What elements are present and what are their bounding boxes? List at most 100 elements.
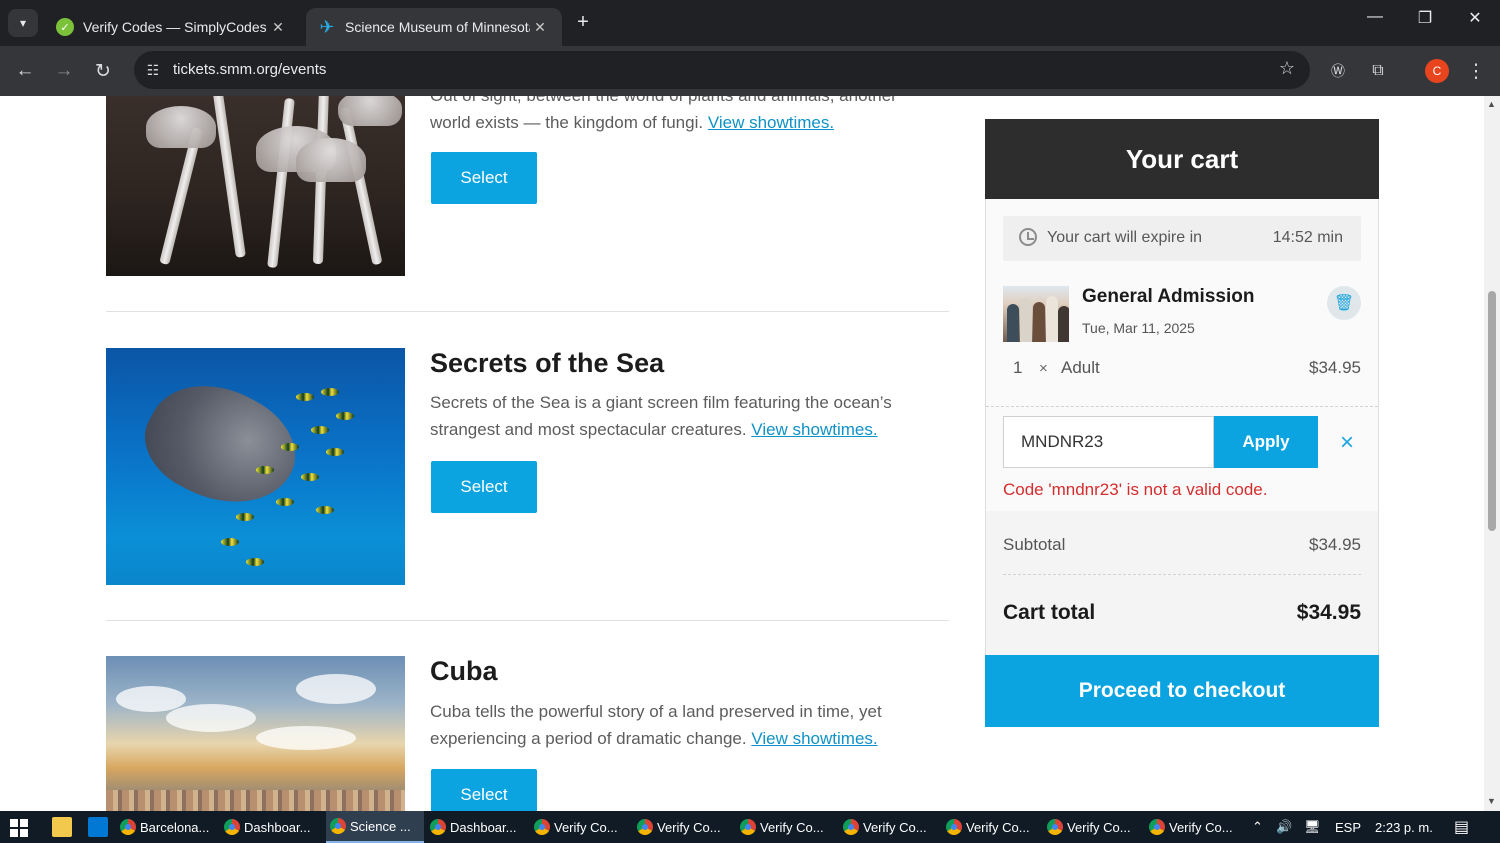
back-icon[interactable]: ←: [10, 56, 40, 86]
network-icon[interactable]: 🖥: [1304, 811, 1326, 843]
extensions-puzzle-icon[interactable]: ⧉: [1363, 56, 1393, 86]
tab-search-button[interactable]: ▾: [8, 9, 38, 37]
tab-title: Science Museum of Minnesota: [345, 19, 530, 35]
clear-promo-icon[interactable]: ×: [1337, 429, 1357, 456]
site-settings-icon[interactable]: ☷: [142, 59, 164, 81]
chrome-icon: [1149, 819, 1165, 835]
taskbar-item[interactable]: Verify Co...: [534, 811, 634, 843]
taskbar-item[interactable]: Verify Co...: [740, 811, 840, 843]
event-title: Cuba: [430, 656, 498, 686]
sea-event-description: Secrets of the Sea is a giant screen fil…: [430, 393, 892, 439]
fungi-event-image[interactable]: [106, 96, 405, 276]
view-showtimes-link[interactable]: View showtimes.: [751, 729, 877, 748]
tab-title: Verify Codes — SimplyCodes: [83, 19, 267, 35]
taskbar-item[interactable]: Barcelona...: [120, 811, 220, 843]
cart-item-price: $34.95: [1309, 358, 1361, 377]
event-divider: [106, 620, 949, 621]
browser-toolbar: ← → ↻ ☷ tickets.smm.org/events ☆ Ⓦ ⧉ ⋮: [0, 46, 1500, 96]
chrome-icon: [843, 819, 859, 835]
cart-expire-notice: Your cart will expire in 14:52 min: [1003, 216, 1361, 261]
cart-item-date: Tue, Mar 11, 2025: [1082, 320, 1195, 336]
cart-panel: Your cart Your cart will expire in 14:52…: [985, 119, 1379, 727]
url-text[interactable]: tickets.smm.org/events: [173, 61, 326, 78]
fungi-event-description: Out of sight, between the world of plant…: [430, 96, 897, 132]
chrome-icon: [534, 819, 550, 835]
notifications-icon[interactable]: ▤: [1454, 811, 1476, 843]
taskbar-item[interactable]: Science ...: [326, 811, 424, 843]
chrome-icon: [224, 819, 240, 835]
close-window-button[interactable]: ✕: [1460, 8, 1490, 28]
expire-time: 14:52 min: [1272, 229, 1343, 246]
general-admission-thumbnail: [1003, 286, 1069, 342]
page-scrollbar[interactable]: ▲ ▼: [1484, 96, 1500, 811]
promo-code-input[interactable]: MNDNR23: [1003, 416, 1214, 468]
browser-tab-strip: ▾ ✓ Verify Codes — SimplyCodes ✕ ✈ Scien…: [0, 0, 1500, 46]
taskbar-item[interactable]: Verify Co...: [1047, 811, 1147, 843]
view-showtimes-link[interactable]: View showtimes.: [751, 420, 877, 439]
close-tab-icon[interactable]: ✕: [530, 19, 550, 36]
minimize-button[interactable]: —: [1360, 8, 1390, 26]
browser-menu-icon[interactable]: ⋮: [1461, 56, 1491, 86]
input-language[interactable]: ESP: [1335, 811, 1361, 843]
taskbar-item[interactable]: Dashboar...: [224, 811, 324, 843]
file-explorer-icon[interactable]: [52, 817, 72, 837]
tab-verify-codes[interactable]: ✓ Verify Codes — SimplyCodes ✕: [44, 8, 300, 46]
trash-icon[interactable]: 🗑: [1327, 286, 1361, 320]
chrome-icon: [330, 818, 346, 834]
address-bar[interactable]: ☷ tickets.smm.org/events ☆: [134, 51, 1310, 89]
secrets-of-the-sea-image[interactable]: [106, 348, 405, 585]
select-button[interactable]: Select: [431, 769, 537, 811]
event-title: Secrets of the Sea: [430, 348, 665, 378]
taskbar-item[interactable]: Dashboar...: [430, 811, 530, 843]
store-icon[interactable]: [88, 817, 108, 837]
cart-total-label: Cart total: [1003, 601, 1096, 624]
chrome-icon: [430, 819, 446, 835]
scroll-down-icon[interactable]: ▼: [1487, 796, 1496, 806]
extension-w-icon[interactable]: Ⓦ: [1323, 56, 1353, 86]
museum-favicon-icon: ✈: [319, 16, 335, 37]
clock-icon: [1019, 228, 1037, 246]
simplycodes-favicon-icon: ✓: [56, 18, 74, 36]
volume-icon[interactable]: 🔊: [1276, 811, 1296, 843]
taskbar-item[interactable]: Verify Co...: [1149, 811, 1249, 843]
tab-science-museum[interactable]: ✈ Science Museum of Minnesota ✕: [306, 8, 562, 46]
cart-title: Your cart: [985, 119, 1379, 199]
cart-total-value: $34.95: [1296, 601, 1361, 624]
select-button[interactable]: Select: [431, 461, 537, 513]
windows-start-icon[interactable]: [10, 819, 28, 837]
reload-icon[interactable]: ↻: [88, 56, 118, 86]
cart-divider: [986, 406, 1378, 407]
chrome-icon: [946, 819, 962, 835]
close-tab-icon[interactable]: ✕: [268, 19, 288, 36]
scroll-up-icon[interactable]: ▲: [1487, 99, 1496, 109]
event-divider: [106, 311, 949, 312]
cart-item-quantity: 1: [1013, 358, 1023, 377]
summary-divider: [1003, 574, 1361, 575]
taskbar-item[interactable]: Verify Co...: [637, 811, 737, 843]
new-tab-button[interactable]: +: [572, 10, 594, 34]
select-button[interactable]: Select: [431, 152, 537, 204]
profile-avatar[interactable]: C: [1425, 59, 1449, 83]
cuba-event-image[interactable]: [106, 656, 405, 811]
cart-summary: Subtotal $34.95 Cart total $34.95: [986, 511, 1378, 655]
cart-item-ticket-type: Adult: [1061, 358, 1100, 377]
proceed-to-checkout-button[interactable]: Proceed to checkout: [985, 655, 1379, 727]
forward-icon[interactable]: →: [49, 56, 79, 86]
taskbar-item[interactable]: Verify Co...: [946, 811, 1046, 843]
restore-button[interactable]: ❐: [1410, 8, 1440, 28]
subtotal-value: $34.95: [1309, 535, 1361, 554]
cuba-event-description: Cuba tells the powerful story of a land …: [430, 702, 882, 748]
cart-item-title: General Admission: [1082, 286, 1255, 307]
taskbar-item[interactable]: Verify Co...: [843, 811, 943, 843]
system-clock[interactable]: 2:23 p. m.: [1375, 811, 1433, 843]
scroll-thumb[interactable]: [1488, 291, 1496, 531]
bookmark-star-icon[interactable]: ☆: [1279, 58, 1295, 79]
chrome-icon: [1047, 819, 1063, 835]
chrome-icon: [740, 819, 756, 835]
chrome-icon: [120, 819, 136, 835]
promo-error-message: Code 'mndnr23' is not a valid code.: [1003, 480, 1268, 499]
apply-promo-button[interactable]: Apply: [1214, 416, 1318, 468]
show-hidden-icons-icon[interactable]: ⌃: [1252, 811, 1270, 843]
expire-label: Your cart will expire in: [1047, 229, 1203, 246]
view-showtimes-link[interactable]: View showtimes.: [708, 113, 834, 132]
